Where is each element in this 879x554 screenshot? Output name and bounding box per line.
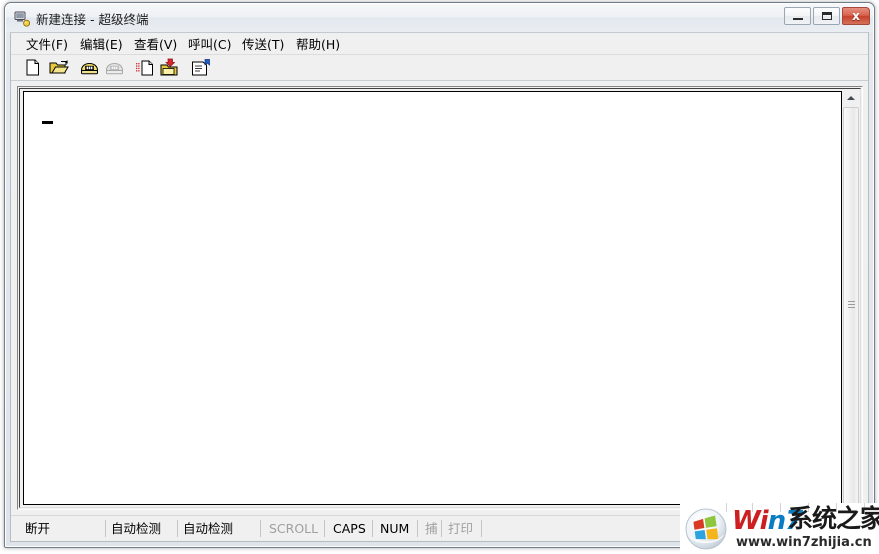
scroll-up-icon[interactable] bbox=[843, 90, 859, 106]
minimize-icon bbox=[793, 18, 803, 20]
call-phone-icon[interactable] bbox=[79, 58, 100, 78]
status-separator bbox=[372, 520, 373, 537]
menu-bar: 文件(F) 编辑(E) 查看(V) 呼叫(C) 传送(T) 帮助(H) bbox=[11, 33, 868, 55]
close-icon: x bbox=[852, 9, 860, 23]
status-capture-indicator: 捕 bbox=[425, 521, 438, 536]
menu-edit[interactable]: 编辑(E) bbox=[77, 36, 126, 53]
status-caps-indicator: CAPS bbox=[333, 521, 366, 536]
status-auto-detect-speed: 自动检测 bbox=[111, 521, 162, 536]
terminal-cursor bbox=[42, 121, 53, 124]
send-file-icon[interactable] bbox=[135, 58, 156, 78]
terminal-panel-inner bbox=[19, 88, 861, 508]
maximize-icon bbox=[822, 12, 832, 20]
desktop-background: 新建连接 - 超级终端 x 文件(F) 编辑(E) 查看(V) 呼叫(C) 传送… bbox=[0, 0, 879, 554]
client-area: 文件(F) 编辑(E) 查看(V) 呼叫(C) 传送(T) 帮助(H) 断开 自… bbox=[10, 32, 869, 542]
hyperterminal-window: 新建连接 - 超级终端 x 文件(F) 编辑(E) 查看(V) 呼叫(C) 传送… bbox=[4, 2, 875, 548]
window-title: 新建连接 - 超级终端 bbox=[36, 12, 149, 27]
site-watermark: Win7 系统之家 www.win7zhijia.cn bbox=[680, 503, 879, 554]
receive-file-icon[interactable] bbox=[159, 58, 180, 78]
menu-transfer[interactable]: 传送(T) bbox=[239, 36, 287, 53]
hangup-phone-icon bbox=[104, 58, 125, 78]
minimize-button[interactable] bbox=[784, 7, 811, 25]
status-connection-state: 断开 bbox=[25, 521, 51, 536]
watermark-brand-cn: 系统之家 bbox=[788, 504, 879, 533]
close-button[interactable]: x bbox=[842, 7, 870, 25]
status-separator bbox=[481, 520, 482, 537]
status-separator bbox=[441, 520, 442, 537]
status-separator bbox=[105, 520, 106, 537]
scrollbar-thumb[interactable] bbox=[843, 107, 859, 505]
scrollbar-grip-icon bbox=[848, 301, 855, 311]
watermark-brand-win-part1: Wi bbox=[732, 506, 769, 536]
terminal-panel bbox=[17, 86, 863, 510]
status-scroll-indicator: SCROLL bbox=[269, 521, 319, 536]
tool-bar bbox=[11, 55, 868, 81]
windows-orb-icon bbox=[684, 507, 728, 551]
open-folder-icon[interactable] bbox=[48, 58, 69, 78]
modem-icon bbox=[13, 10, 31, 27]
menu-view[interactable]: 查看(V) bbox=[131, 36, 180, 53]
menu-help[interactable]: 帮助(H) bbox=[293, 36, 343, 53]
vertical-scrollbar[interactable] bbox=[843, 90, 859, 506]
status-separator bbox=[417, 520, 418, 537]
maximize-button[interactable] bbox=[813, 7, 840, 25]
title-bar[interactable]: 新建连接 - 超级终端 x bbox=[6, 4, 873, 32]
menu-file[interactable]: 文件(F) bbox=[23, 36, 71, 53]
status-auto-detect-protocol: 自动检测 bbox=[183, 521, 234, 536]
status-print-indicator: 打印 bbox=[448, 521, 474, 536]
terminal-screen[interactable] bbox=[23, 91, 842, 505]
scroll-up-arrow-glyph bbox=[847, 96, 855, 100]
properties-icon[interactable] bbox=[190, 58, 211, 78]
status-num-indicator: NUM bbox=[380, 521, 410, 536]
watermark-url: www.win7zhijia.cn bbox=[736, 535, 872, 550]
menu-call[interactable]: 呼叫(C) bbox=[185, 36, 234, 53]
status-separator bbox=[177, 520, 178, 537]
window-frame: 新建连接 - 超级终端 x 文件(F) 编辑(E) 查看(V) 呼叫(C) 传送… bbox=[5, 3, 874, 547]
new-connection-icon[interactable] bbox=[23, 58, 44, 78]
status-separator bbox=[324, 520, 325, 537]
status-separator bbox=[260, 520, 261, 537]
